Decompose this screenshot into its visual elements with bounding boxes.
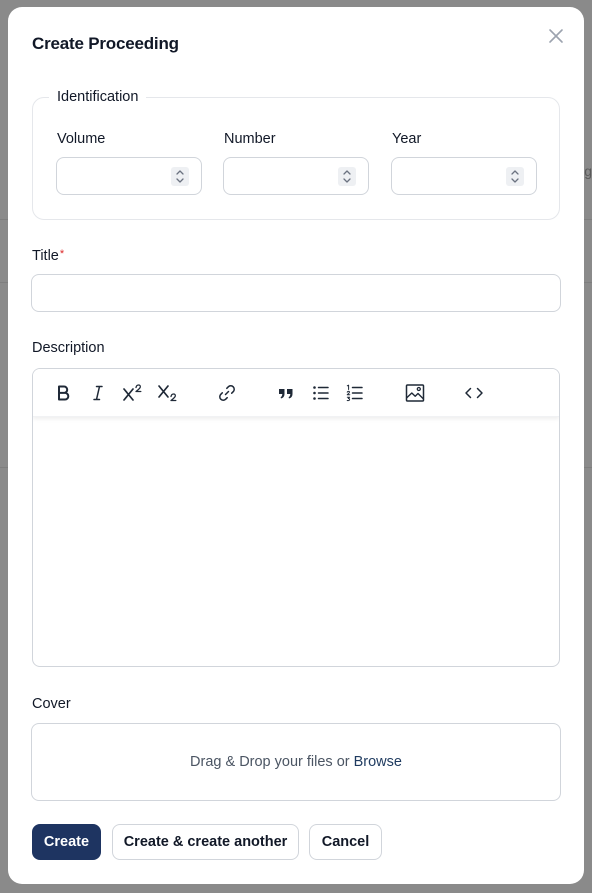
description-editor[interactable] — [32, 368, 560, 667]
title-label-text: Title — [32, 248, 59, 264]
volume-stepper[interactable] — [171, 167, 189, 186]
subscript-button[interactable] — [156, 381, 180, 405]
italic-icon — [93, 385, 103, 401]
title-input[interactable] — [31, 274, 561, 312]
subscript-icon — [158, 385, 177, 402]
identification-legend: Identification — [57, 89, 139, 105]
create-button[interactable]: Create — [32, 824, 101, 860]
code-button[interactable] — [462, 381, 486, 405]
bullet-list-button[interactable] — [309, 381, 333, 405]
numbered-list-icon — [346, 384, 363, 402]
link-button[interactable] — [215, 381, 239, 405]
backdrop-text-fragment: g — [584, 163, 592, 179]
superscript-icon — [123, 384, 142, 401]
quote-icon — [279, 389, 293, 399]
italic-button[interactable] — [86, 381, 110, 405]
stepper-icon — [176, 170, 184, 183]
year-label: Year — [392, 131, 422, 147]
create-another-button[interactable]: Create & create another — [112, 824, 299, 860]
stepper-icon — [511, 170, 519, 183]
number-label: Number — [224, 131, 276, 147]
year-input[interactable] — [391, 157, 537, 195]
superscript-button[interactable] — [121, 381, 145, 405]
volume-input[interactable] — [56, 157, 202, 195]
description-label: Description — [32, 340, 105, 356]
required-asterisk: * — [59, 248, 65, 260]
code-icon — [465, 387, 483, 399]
close-button[interactable] — [546, 26, 566, 46]
number-input[interactable] — [223, 157, 369, 195]
bold-button[interactable] — [51, 381, 75, 405]
image-button[interactable] — [403, 381, 427, 405]
close-icon — [549, 29, 563, 43]
numbered-list-button[interactable] — [343, 381, 367, 405]
quote-button[interactable] — [274, 381, 298, 405]
image-icon — [405, 384, 425, 402]
title-label: Title* — [32, 248, 64, 264]
cover-label: Cover — [32, 696, 71, 712]
editor-toolbar — [33, 369, 559, 417]
identification-fieldset: Identification — [32, 89, 560, 220]
volume-label: Volume — [57, 131, 106, 147]
modal-title: Create Proceeding — [32, 34, 179, 53]
link-icon — [219, 385, 235, 401]
dropzone-text: Drag & Drop your files or — [190, 754, 350, 770]
bullet-list-icon — [313, 386, 329, 400]
browse-link[interactable]: Browse — [354, 754, 402, 770]
cancel-button[interactable]: Cancel — [309, 824, 382, 860]
number-stepper[interactable] — [338, 167, 356, 186]
stepper-icon — [343, 170, 351, 183]
create-proceeding-modal: Create Proceeding Identification Volume … — [8, 7, 584, 884]
bold-icon — [58, 385, 70, 401]
cover-dropzone[interactable]: Drag & Drop your files or Browse — [31, 723, 561, 801]
year-stepper[interactable] — [506, 167, 524, 186]
